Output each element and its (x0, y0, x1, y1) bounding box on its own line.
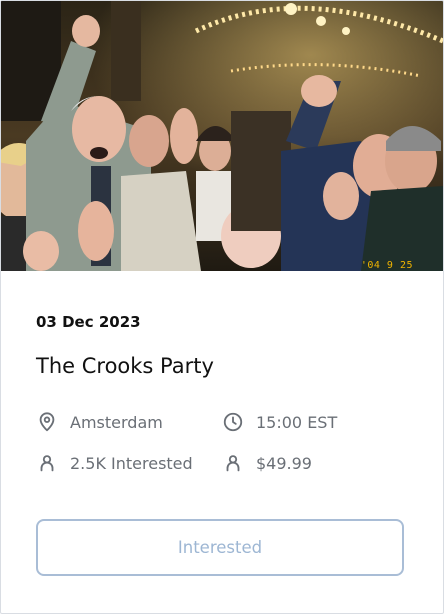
time-text: 15:00 EST (256, 412, 338, 432)
event-title: The Crooks Party (36, 354, 214, 378)
location-text: Amsterdam (70, 412, 163, 432)
user-icon (222, 452, 244, 474)
event-time: 15:00 EST (222, 411, 337, 433)
interested-button[interactable]: Interested (36, 519, 404, 576)
event-photo: '04 9 25 (1, 1, 443, 271)
user-icon (36, 452, 58, 474)
clock-icon (222, 411, 244, 433)
photo-date-stamp: '04 9 25 (360, 260, 413, 271)
map-pin-icon (36, 411, 58, 433)
interested-count-text: 2.5K Interested (70, 453, 193, 473)
event-location: Amsterdam (36, 411, 163, 433)
event-interested-count: 2.5K Interested (36, 452, 193, 474)
event-price: $49.99 (222, 452, 312, 474)
price-text: $49.99 (256, 453, 312, 473)
event-date: 03 Dec 2023 (36, 313, 141, 331)
event-card: '04 9 25 03 Dec 2023 The Crooks Party Am… (0, 0, 444, 614)
